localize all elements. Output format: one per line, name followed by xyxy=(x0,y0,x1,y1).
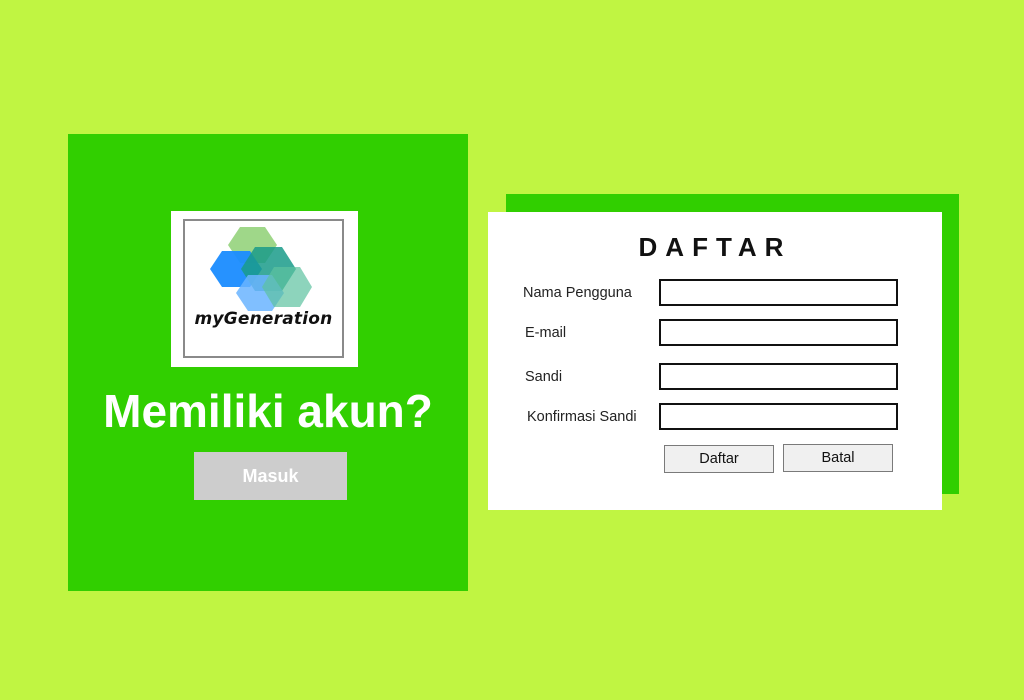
email-input[interactable] xyxy=(659,319,898,346)
logo: myGeneration xyxy=(171,211,358,367)
login-prompt-panel: myGeneration Memiliki akun? Masuk xyxy=(68,134,468,591)
password-input[interactable] xyxy=(659,363,898,390)
submit-button[interactable]: Daftar xyxy=(664,445,774,473)
register-form: DAFTAR Nama Pengguna E-mail Sandi Konfir… xyxy=(488,212,942,510)
login-button[interactable]: Masuk xyxy=(194,452,347,500)
login-prompt-heading: Memiliki akun? xyxy=(103,385,433,437)
username-label: Nama Pengguna xyxy=(523,285,632,301)
password-label: Sandi xyxy=(525,369,563,385)
logo-text: myGeneration xyxy=(194,309,333,329)
confirm-password-label: Konfirmasi Sandi xyxy=(527,409,637,425)
register-title: DAFTAR xyxy=(638,232,792,262)
confirm-password-input[interactable] xyxy=(659,403,898,430)
cancel-button[interactable]: Batal xyxy=(783,444,893,472)
logo-frame: myGeneration xyxy=(183,219,344,358)
email-label: E-mail xyxy=(525,325,567,341)
hexagon-logo-icon xyxy=(210,227,312,311)
username-input[interactable] xyxy=(659,279,898,306)
page: myGeneration Memiliki akun? Masuk DAFTAR… xyxy=(0,0,1024,700)
